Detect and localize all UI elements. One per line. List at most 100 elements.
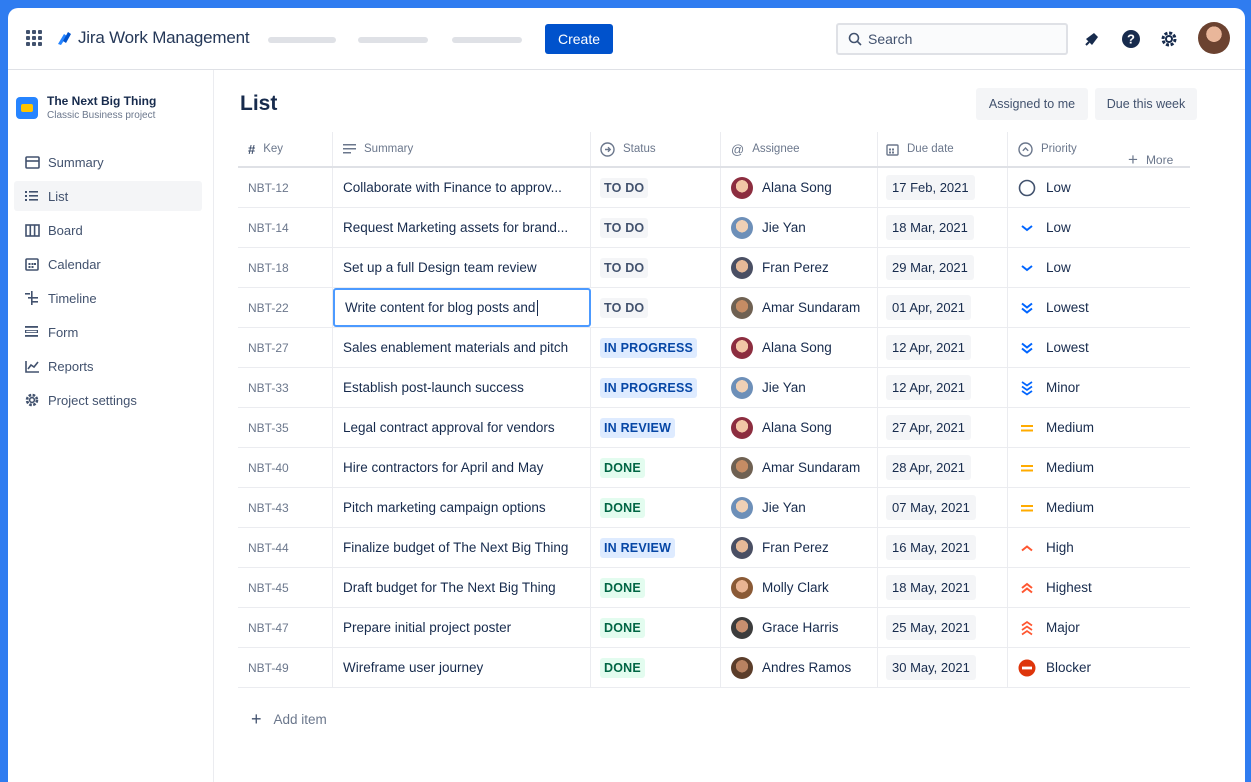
priority-cell[interactable]: Major (1008, 608, 1190, 647)
key-cell[interactable]: NBT-12 (238, 168, 333, 207)
status-badge[interactable]: IN PROGRESS (600, 377, 698, 398)
project-header[interactable]: The Next Big Thing Classic Business proj… (16, 94, 156, 121)
due-date[interactable]: 28 Apr, 2021 (886, 455, 972, 480)
sidebar-item-board[interactable]: Board (14, 215, 202, 245)
due-date[interactable]: 25 May, 2021 (886, 615, 976, 640)
priority-cell[interactable]: High (1008, 528, 1190, 567)
key-cell[interactable]: NBT-22 (238, 288, 333, 327)
issue-key[interactable]: NBT-18 (248, 261, 289, 275)
status-cell[interactable]: DONE (591, 448, 721, 487)
assignee-cell[interactable]: Alana Song (721, 408, 878, 447)
sidebar-item-summary[interactable]: Summary (14, 147, 202, 177)
key-cell[interactable]: NBT-35 (238, 408, 333, 447)
due-date-cell[interactable]: 25 May, 2021 (878, 608, 1008, 647)
assignee-cell[interactable]: Alana Song (721, 328, 878, 367)
issue-key[interactable]: NBT-49 (248, 661, 289, 675)
app-switcher-icon[interactable] (26, 30, 42, 46)
more-columns-button[interactable]: + More (1128, 150, 1173, 170)
due-date[interactable]: 17 Feb, 2021 (886, 175, 975, 200)
status-cell[interactable]: TO DO (591, 248, 721, 287)
nav-placeholder[interactable] (268, 37, 336, 43)
status-cell[interactable]: DONE (591, 488, 721, 527)
table-row[interactable]: NBT-33 Establish post-launch success IN PR… (238, 368, 1190, 408)
status-badge[interactable]: DONE (600, 657, 645, 678)
notifications-icon[interactable] (1081, 28, 1103, 50)
issue-summary[interactable]: Draft budget for The Next Big Thing (343, 580, 556, 595)
assignee-cell[interactable]: Jie Yan (721, 488, 878, 527)
nav-placeholder[interactable] (452, 37, 522, 43)
due-date-cell[interactable]: 29 Mar, 2021 (878, 248, 1008, 287)
summary-cell[interactable]: Prepare initial project poster (333, 608, 591, 647)
issue-key[interactable]: NBT-45 (248, 581, 289, 595)
summary-cell[interactable]: Write content for blog posts and (333, 288, 591, 327)
due-date[interactable]: 16 May, 2021 (886, 535, 976, 560)
summary-cell[interactable]: Collaborate with Finance to approv... (333, 168, 591, 207)
due-date-cell[interactable]: 12 Apr, 2021 (878, 328, 1008, 367)
key-cell[interactable]: NBT-45 (238, 568, 333, 607)
issue-summary[interactable]: Prepare initial project poster (343, 620, 511, 635)
issue-key[interactable]: NBT-43 (248, 501, 289, 515)
issue-summary[interactable]: Hire contractors for April and May (343, 460, 543, 475)
sidebar-item-form[interactable]: Form (14, 317, 202, 347)
due-date-cell[interactable]: 07 May, 2021 (878, 488, 1008, 527)
assignee-cell[interactable]: Amar Sundaram (721, 288, 878, 327)
status-badge[interactable]: TO DO (600, 297, 649, 318)
summary-cell[interactable]: Draft budget for The Next Big Thing (333, 568, 591, 607)
due-date-cell[interactable]: 18 May, 2021 (878, 568, 1008, 607)
status-badge[interactable]: IN PROGRESS (600, 337, 698, 358)
key-cell[interactable]: NBT-18 (238, 248, 333, 287)
due-date-cell[interactable]: 01 Apr, 2021 (878, 288, 1008, 327)
key-cell[interactable]: NBT-43 (238, 488, 333, 527)
issue-summary[interactable]: Wireframe user journey (343, 660, 483, 675)
create-button[interactable]: Create (545, 24, 613, 54)
table-row[interactable]: NBT-35 Legal contract approval for vendor… (238, 408, 1190, 448)
priority-cell[interactable]: Lowest (1008, 288, 1190, 327)
priority-cell[interactable]: Low (1008, 168, 1190, 207)
status-badge[interactable]: DONE (600, 457, 645, 478)
due-date[interactable]: 12 Apr, 2021 (886, 375, 972, 400)
column-header-status[interactable]: Status (591, 132, 721, 166)
table-row[interactable]: NBT-27 Sales enablement materials and pit… (238, 328, 1190, 368)
due-date-cell[interactable]: 28 Apr, 2021 (878, 448, 1008, 487)
issue-key[interactable]: NBT-22 (248, 301, 289, 315)
status-cell[interactable]: TO DO (591, 168, 721, 207)
column-header-summary[interactable]: Summary (333, 132, 591, 166)
status-badge[interactable]: IN REVIEW (600, 537, 676, 558)
priority-cell[interactable]: Minor (1008, 368, 1190, 407)
key-cell[interactable]: NBT-44 (238, 528, 333, 567)
sidebar-item-project-settings[interactable]: Project settings (14, 385, 202, 415)
issue-key[interactable]: NBT-27 (248, 341, 289, 355)
issue-key[interactable]: NBT-40 (248, 461, 289, 475)
due-date[interactable]: 30 May, 2021 (886, 655, 976, 680)
settings-gear-icon[interactable] (1158, 28, 1180, 50)
key-cell[interactable]: NBT-49 (238, 648, 333, 687)
status-cell[interactable]: DONE (591, 648, 721, 687)
assignee-cell[interactable]: Alana Song (721, 168, 878, 207)
priority-cell[interactable]: Medium (1008, 488, 1190, 527)
due-date[interactable]: 12 Apr, 2021 (886, 335, 972, 360)
due-date[interactable]: 18 Mar, 2021 (886, 215, 974, 240)
summary-cell[interactable]: Sales enablement materials and pitch (333, 328, 591, 367)
summary-cell[interactable]: Set up a full Design team review (333, 248, 591, 287)
summary-cell[interactable]: Finalize budget of The Next Big Thing (333, 528, 591, 567)
assignee-cell[interactable]: Grace Harris (721, 608, 878, 647)
issue-summary[interactable]: Set up a full Design team review (343, 260, 537, 275)
table-row[interactable]: NBT-40 Hire contractors for April and May… (238, 448, 1190, 488)
status-cell[interactable]: IN REVIEW (591, 408, 721, 447)
sidebar-item-calendar[interactable]: Calendar (14, 249, 202, 279)
status-cell[interactable]: IN PROGRESS (591, 368, 721, 407)
table-row[interactable]: NBT-22 Write content for blog posts and TO… (238, 288, 1190, 328)
key-cell[interactable]: NBT-14 (238, 208, 333, 247)
key-cell[interactable]: NBT-47 (238, 608, 333, 647)
assignee-cell[interactable]: Amar Sundaram (721, 448, 878, 487)
issue-summary[interactable]: Pitch marketing campaign options (343, 500, 546, 515)
summary-cell[interactable]: Request Marketing assets for brand... (333, 208, 591, 247)
table-row[interactable]: NBT-14 Request Marketing assets for brand… (238, 208, 1190, 248)
issue-key[interactable]: NBT-12 (248, 181, 289, 195)
column-header-due-date[interactable]: Due date (878, 132, 1008, 166)
table-row[interactable]: NBT-18 Set up a full Design team review TO… (238, 248, 1190, 288)
table-row[interactable]: NBT-12 Collaborate with Finance to approv… (238, 168, 1190, 208)
help-icon[interactable]: ? (1120, 28, 1142, 50)
issue-key[interactable]: NBT-14 (248, 221, 289, 235)
priority-cell[interactable]: Low (1008, 248, 1190, 287)
